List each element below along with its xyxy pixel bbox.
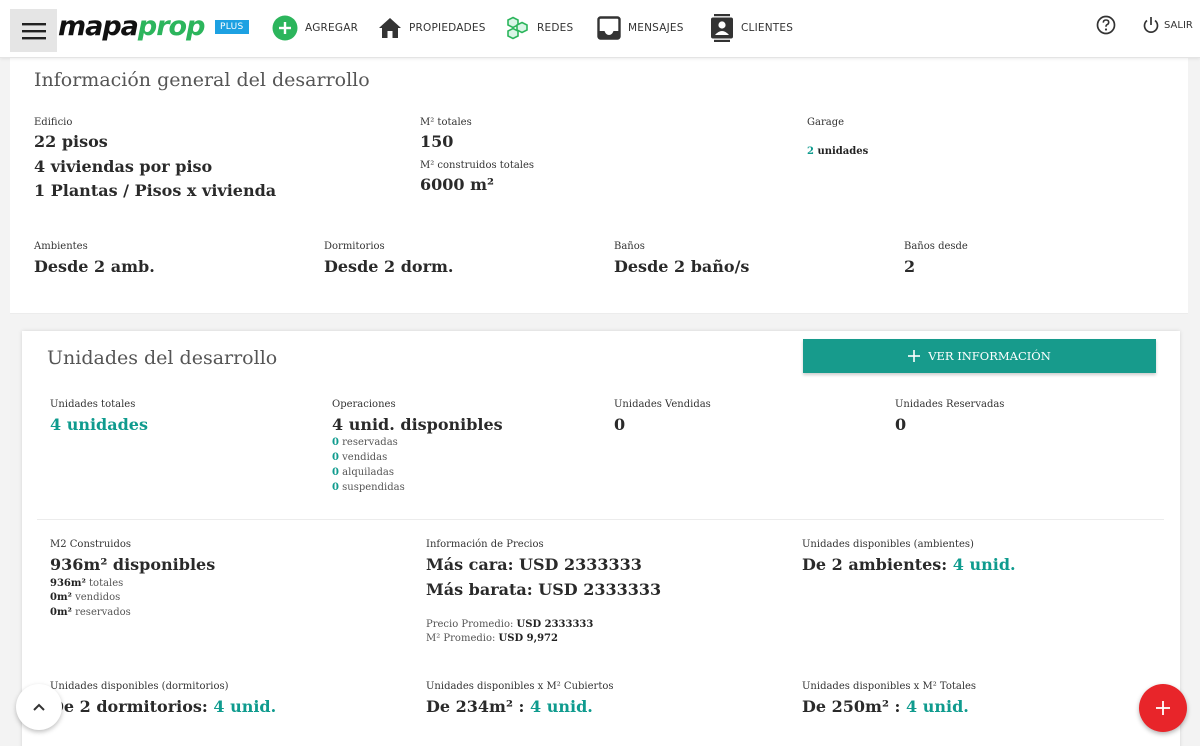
- operaciones-alquiladas: 0 alquiladas: [332, 467, 395, 478]
- m2-construidos-label: M² construidos totales: [420, 160, 535, 171]
- power-icon: [1143, 17, 1159, 33]
- ambientes-label: Ambientes: [34, 241, 88, 252]
- operaciones-label: Operaciones: [332, 399, 396, 410]
- units-title: Unidades del desarrollo: [47, 347, 278, 369]
- top-navbar: mapaprop PLUS AGREGAR PROPIEDADES REDES …: [0, 0, 1200, 58]
- m2-promedio-line: M² Promedio: USD 9,972: [426, 633, 558, 644]
- unidades-totales-value: 4 unidades: [50, 415, 148, 434]
- nav-mensajes[interactable]: MENSAJES: [597, 14, 684, 42]
- edificio-pisos: 22 pisos: [34, 132, 108, 151]
- nav-propiedades-label: PROPIEDADES: [409, 22, 486, 34]
- nav-propiedades[interactable]: PROPIEDADES: [378, 14, 486, 42]
- general-info-title: Información general del desarrollo: [34, 69, 370, 91]
- unidades-reservadas-label: Unidades Reservadas: [895, 399, 1005, 410]
- garage-label: Garage: [807, 117, 845, 128]
- mapaprop-logo[interactable]: mapaprop: [58, 11, 205, 43]
- nav-agregar[interactable]: AGREGAR: [272, 14, 358, 42]
- garage-value: 2 unidades: [807, 146, 869, 157]
- plus-icon: [1156, 701, 1170, 715]
- nav-redes[interactable]: REDES: [505, 14, 573, 42]
- m2-totales-value: 150: [420, 132, 454, 151]
- m2-vendidos-line: 0m² vendidos: [50, 592, 121, 603]
- general-info-section: Información general del desarrollo Edifi…: [10, 58, 1188, 314]
- unidades-totales-label: Unidades totales: [50, 399, 136, 410]
- m2-construidos-value: 6000 m²: [420, 175, 495, 194]
- nav-redes-label: REDES: [537, 22, 574, 34]
- banos-value: Desde 2 baño/s: [614, 257, 750, 276]
- scroll-top-button[interactable]: [16, 684, 62, 730]
- logout-label: SALIR: [1164, 19, 1193, 31]
- edificio-label: Edificio: [34, 117, 73, 128]
- units-section: Unidades del desarrollo VER INFORMACIÓN …: [22, 331, 1180, 746]
- chevron-up-icon: [33, 703, 45, 711]
- plus-icon: [908, 350, 921, 362]
- edificio-viviendas: 4 viviendas por piso: [34, 157, 213, 176]
- precios-label: Información de Precios: [426, 539, 544, 550]
- menu-icon: [21, 22, 46, 39]
- operaciones-value: 4 unid. disponibles: [332, 415, 503, 434]
- m2-totales-line: 936m² totales: [50, 578, 124, 589]
- operaciones-suspendidas: 0 suspendidas: [332, 482, 405, 493]
- disp-dormitorios-value: De 2 dormitorios: 4 unid.: [50, 697, 277, 716]
- operaciones-vendidas: 0 vendidas: [332, 452, 388, 463]
- precio-mas-barata: Más barata: USD 2333333: [426, 580, 662, 599]
- add-circle-icon: [272, 15, 298, 41]
- precio-mas-cara: Más cara: USD 2333333: [426, 555, 642, 574]
- disp-ambientes-label: Unidades disponibles (ambientes): [802, 539, 974, 550]
- hamburger-menu-button[interactable]: [10, 9, 57, 52]
- banos-desde-value: 2: [904, 257, 916, 276]
- nav-clientes[interactable]: CLIENTES: [710, 14, 793, 42]
- disp-dormitorios-label: Unidades disponibles (dormitorios): [50, 681, 229, 692]
- m2-totales-label: M² totales: [420, 117, 472, 128]
- unidades-vendidas-value: 0: [614, 415, 626, 434]
- precio-promedio-line: Precio Promedio: USD 2333333: [426, 619, 594, 630]
- help-icon: [1096, 15, 1116, 35]
- home-icon: [379, 18, 401, 38]
- quick-add-button[interactable]: [1139, 684, 1187, 732]
- disp-ambientes-value: De 2 ambientes: 4 unid.: [802, 555, 1016, 574]
- nav-agregar-label: AGREGAR: [305, 22, 359, 34]
- plan-badge: PLUS: [215, 20, 249, 34]
- unidades-reservadas-value: 0: [895, 415, 907, 434]
- dormitorios-label: Dormitorios: [324, 241, 385, 252]
- edificio-plantas: 1 Plantas / Pisos x vivienda: [34, 181, 277, 200]
- disp-totales-value: De 250m² : 4 unid.: [802, 697, 969, 716]
- help-button[interactable]: [1095, 14, 1117, 36]
- disp-totales-label: Unidades disponibles x M² Totales: [802, 681, 977, 692]
- disp-cubiertos-label: Unidades disponibles x M² Cubiertos: [426, 681, 614, 692]
- m2-construidos-units-label: M2 Construidos: [50, 539, 132, 550]
- dormitorios-value: Desde 2 dorm.: [324, 257, 454, 276]
- inbox-icon: [597, 16, 621, 40]
- network-icon: [507, 16, 528, 40]
- banos-desde-label: Baños desde: [904, 241, 968, 252]
- logout-button[interactable]: SALIR: [1142, 14, 1193, 36]
- contacts-icon: [711, 14, 733, 42]
- units-divider: [37, 519, 1164, 520]
- banos-label: Baños: [614, 241, 645, 252]
- ver-informacion-label: VER INFORMACIÓN: [928, 349, 1051, 363]
- ambientes-value: Desde 2 amb.: [34, 257, 155, 276]
- m2-disponibles-value: 936m² disponibles: [50, 555, 216, 574]
- m2-reservados-line: 0m² reservados: [50, 607, 131, 618]
- nav-mensajes-label: MENSAJES: [628, 22, 684, 34]
- ver-informacion-button[interactable]: VER INFORMACIÓN: [803, 339, 1156, 373]
- disp-cubiertos-value: De 234m² : 4 unid.: [426, 697, 593, 716]
- nav-clientes-label: CLIENTES: [741, 22, 794, 34]
- operaciones-reservadas: 0 reservadas: [332, 437, 398, 448]
- unidades-vendidas-label: Unidades Vendidas: [614, 399, 711, 410]
